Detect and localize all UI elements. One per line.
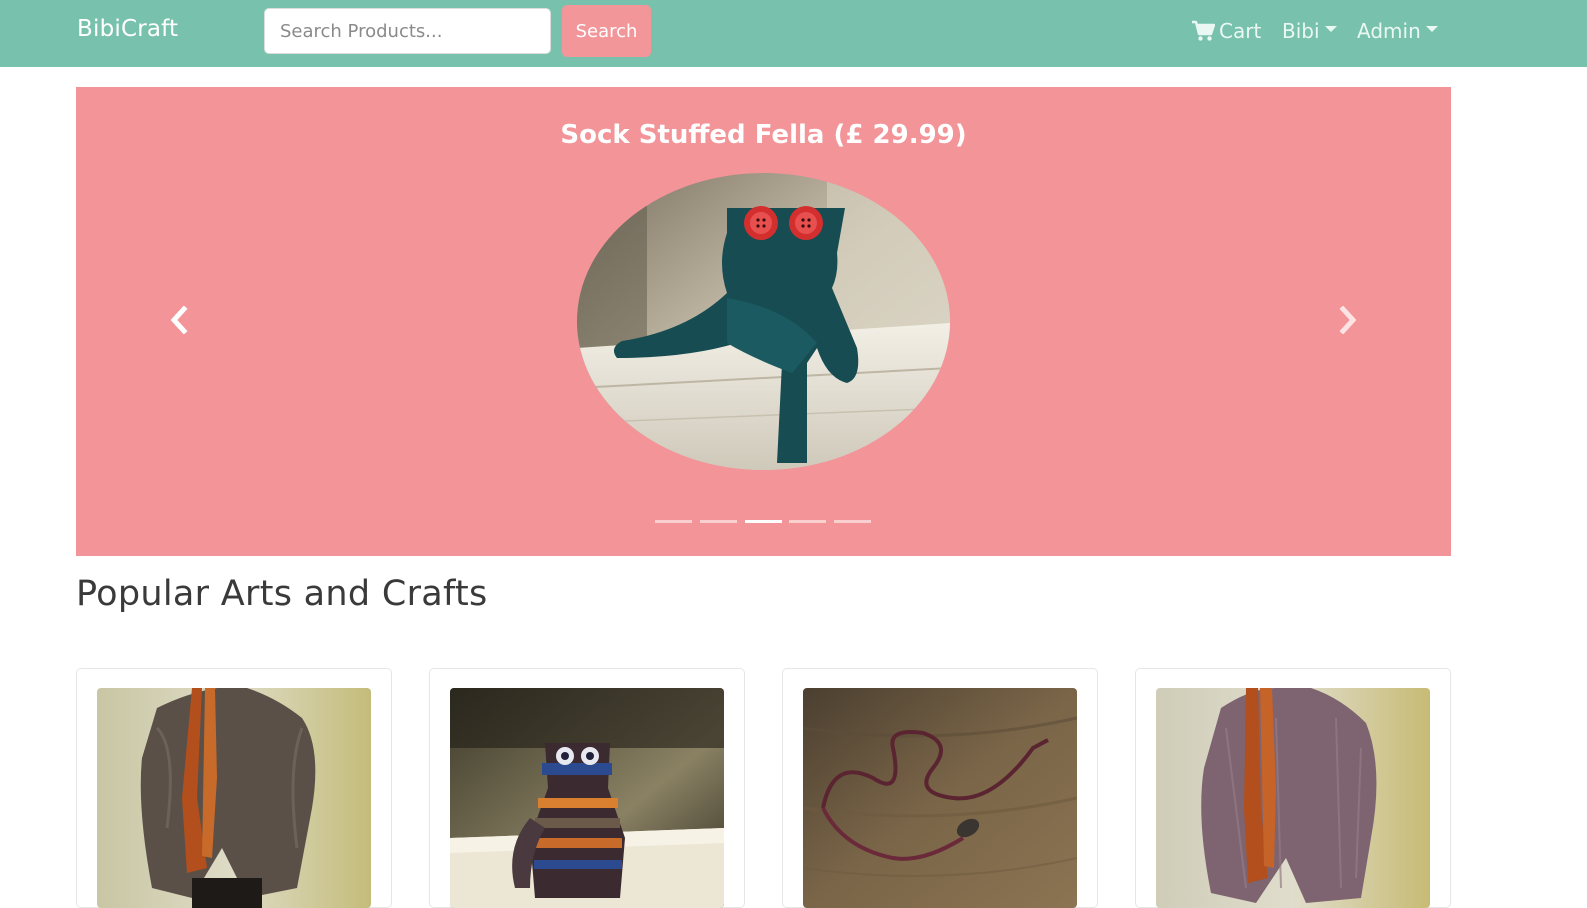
chevron-left-icon: [168, 305, 190, 338]
slide-title: Sock Stuffed Fella (£ 29.99): [560, 120, 967, 150]
admin-menu-label: Admin: [1357, 19, 1421, 43]
product-image-beaded-necklace[interactable]: [803, 688, 1077, 908]
carousel-indicator[interactable]: [834, 520, 871, 523]
cart-link[interactable]: Cart: [1191, 16, 1261, 46]
carousel-indicator[interactable]: [655, 520, 692, 523]
cart-icon: [1191, 20, 1216, 42]
user-menu-dropdown[interactable]: Bibi: [1282, 16, 1337, 46]
product-card[interactable]: [782, 668, 1098, 908]
caret-down-icon: [1425, 26, 1438, 32]
carousel-previous-button[interactable]: [154, 297, 204, 347]
carousel-indicator[interactable]: [789, 520, 826, 523]
chevron-right-icon: [1337, 305, 1359, 338]
product-image-grey-poncho[interactable]: [97, 688, 371, 908]
product-card[interactable]: [1135, 668, 1451, 908]
product-image-striped-sock-creature[interactable]: [450, 688, 724, 908]
carousel-next-button[interactable]: [1323, 297, 1373, 347]
carousel-indicators: [655, 520, 875, 524]
caret-down-icon: [1324, 26, 1337, 32]
navbar: BibiCraft Search Cart Bibi Admin: [0, 0, 1587, 67]
user-menu-label: Bibi: [1282, 19, 1320, 43]
product-card[interactable]: [76, 668, 392, 908]
product-image-patterned-poncho[interactable]: [1156, 688, 1430, 908]
cart-label: Cart: [1219, 19, 1262, 43]
carousel-indicator[interactable]: [700, 520, 737, 523]
nav-right: Cart Bibi Admin: [0, 16, 1587, 46]
featured-carousel: Sock Stuffed Fella (£ 29.99): [76, 87, 1451, 556]
product-card[interactable]: [429, 668, 745, 908]
slide-image-sock-stuffed-fella[interactable]: [577, 173, 950, 470]
carousel-indicator-active[interactable]: [745, 520, 782, 523]
admin-menu-dropdown[interactable]: Admin: [1357, 16, 1438, 46]
section-title-popular: Popular Arts and Crafts: [76, 574, 488, 614]
